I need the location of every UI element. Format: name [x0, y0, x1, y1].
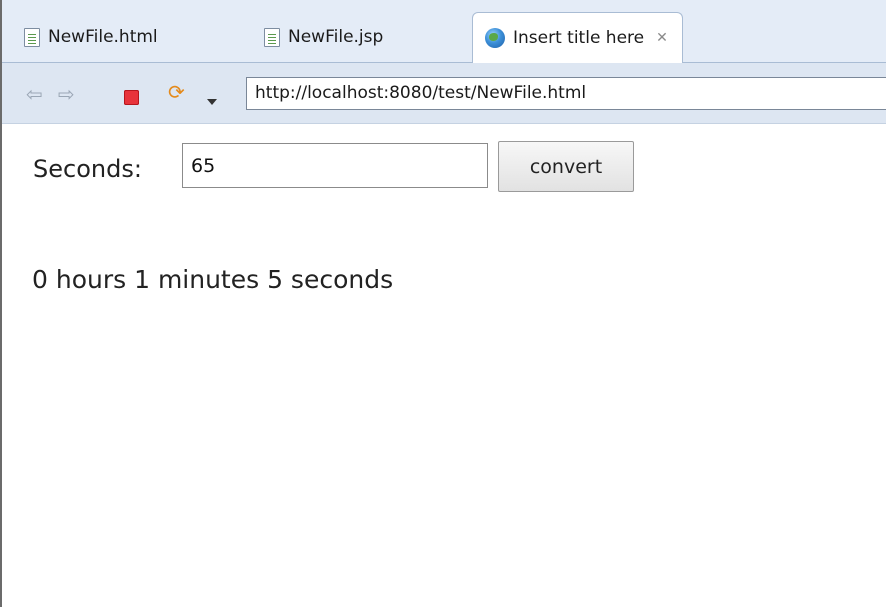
seconds-label: Seconds:	[33, 155, 142, 183]
url-input[interactable]: http://localhost:8080/test/NewFile.html	[246, 77, 886, 110]
stop-icon[interactable]	[124, 86, 139, 108]
forward-arrow-icon[interactable]: ⇨	[58, 82, 75, 106]
tab-bar: NewFile.html NewFile.jsp Insert title he…	[2, 0, 886, 63]
tab-newfile-jsp[interactable]: NewFile.jsp	[264, 12, 383, 62]
tab-label: Insert title here	[513, 28, 645, 48]
refresh-icon[interactable]: ⟳	[168, 80, 185, 104]
tab-insert-title-here[interactable]: Insert title here ✕	[472, 12, 683, 63]
close-tab-icon[interactable]: ✕	[656, 30, 668, 46]
browser-toolbar: ⇦ ⇨ ⟳ http://localhost:8080/test/NewFile…	[2, 63, 886, 124]
convert-button[interactable]: convert	[498, 141, 634, 192]
page-content: Seconds: convert 0 hours 1 minutes 5 sec…	[2, 124, 886, 607]
result-text: 0 hours 1 minutes 5 seconds	[32, 265, 394, 294]
back-arrow-icon[interactable]: ⇦	[26, 82, 43, 106]
jsp-file-icon	[264, 27, 280, 47]
tab-label: NewFile.html	[48, 27, 158, 47]
chevron-down-icon[interactable]	[207, 91, 217, 113]
tab-label: NewFile.jsp	[288, 27, 384, 47]
seconds-input[interactable]	[182, 143, 488, 188]
globe-icon	[485, 28, 505, 48]
tab-newfile-html[interactable]: NewFile.html	[24, 12, 158, 62]
html-file-icon	[24, 27, 40, 47]
